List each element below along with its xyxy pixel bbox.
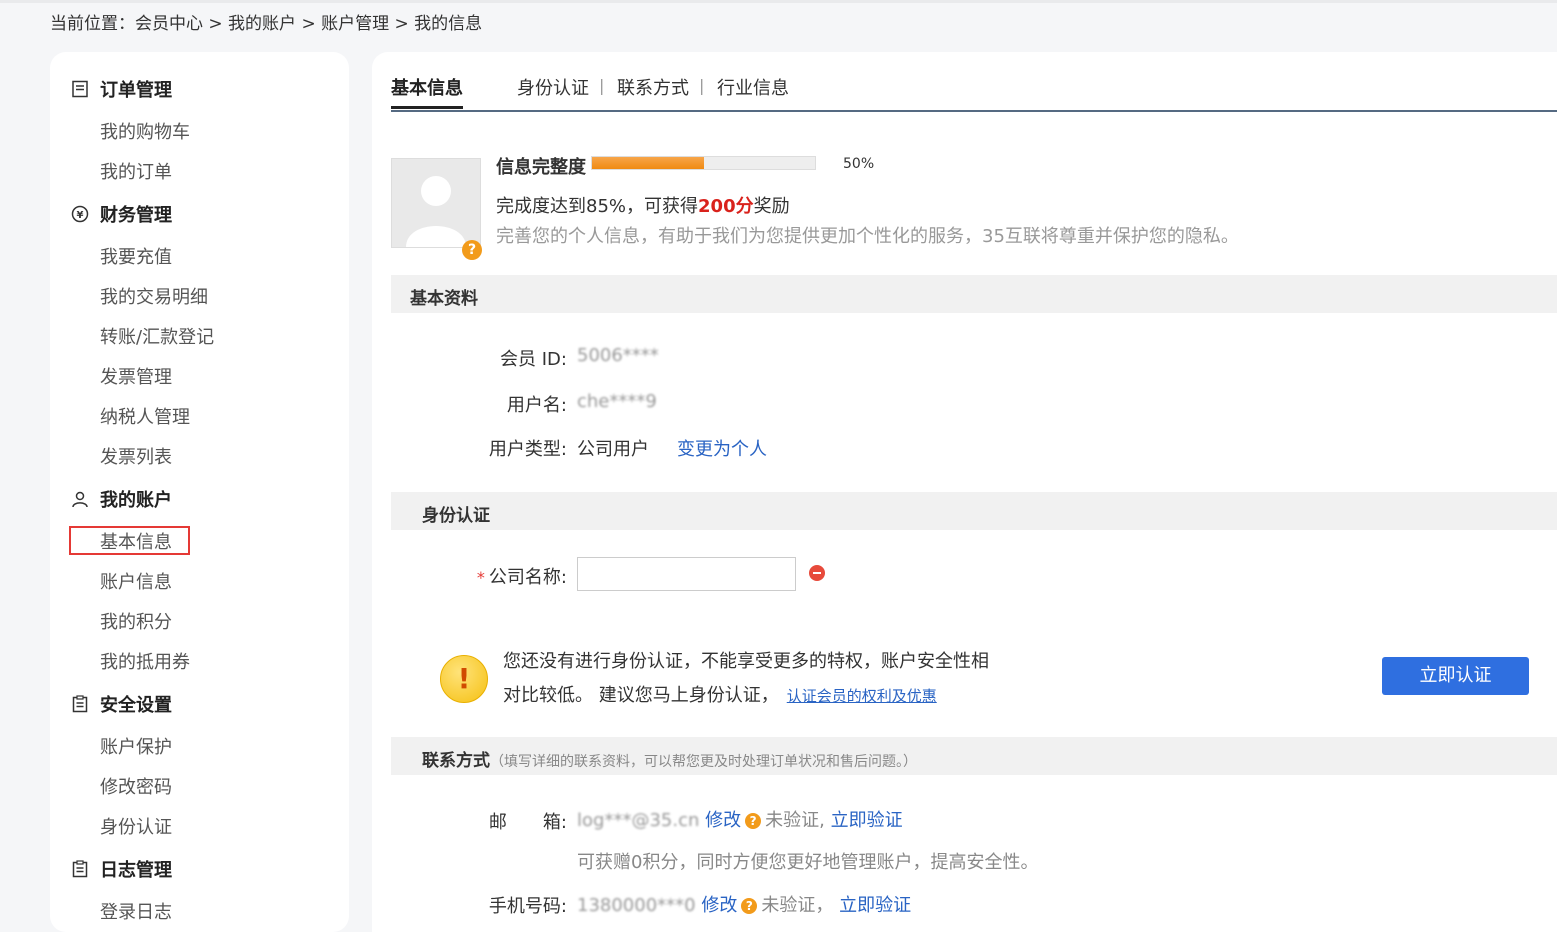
sidebar-group-finance[interactable]: ¥ 财务管理 (70, 201, 172, 227)
section-title: 基本资料 (410, 289, 478, 309)
clipboard-icon (70, 694, 90, 714)
email-label: 邮 箱: (488, 812, 567, 833)
tab-basic-info[interactable]: 基本信息 (391, 74, 463, 109)
sidebar-item-change-password[interactable]: 修改密码 (100, 773, 172, 799)
sidebar-group-account[interactable]: 我的账户 (70, 486, 172, 512)
error-icon (809, 565, 825, 581)
sidebar-item-cart[interactable]: 我的购物车 (100, 118, 190, 144)
top-divider (0, 0, 1557, 3)
section-basic-header: 基本资料 (391, 275, 1557, 313)
breadcrumb: 当前位置：会员中心 > 我的账户 > 账户管理 > 我的信息 (50, 9, 482, 34)
member-id-value: 5006**** (577, 345, 659, 366)
question-icon[interactable]: ? (741, 898, 758, 914)
sidebar-item-vouchers[interactable]: 我的抵用券 (100, 648, 190, 674)
phone-verify-link[interactable]: 立即验证 (839, 895, 911, 916)
email-tip: 可获赠0积分，同时方便您更好地管理账户，提高安全性。 (577, 852, 1039, 873)
group-title-label: 财务管理 (100, 205, 172, 226)
group-title-label: 我的账户 (100, 490, 172, 511)
completion-percent: 50% (843, 156, 875, 172)
user-type-value: 公司用户 (577, 439, 649, 460)
list-doc-icon (70, 79, 90, 99)
question-icon[interactable]: ? (745, 813, 762, 829)
sidebar-item-login-log[interactable]: 登录日志 (100, 898, 172, 924)
sidebar-item-invoice-list[interactable]: 发票列表 (100, 443, 172, 469)
group-title-label: 安全设置 (100, 695, 172, 716)
email-status: 未验证, (765, 810, 825, 831)
sidebar-item-basic-info[interactable]: 基本信息 (100, 528, 172, 554)
user-silhouette-icon (406, 176, 466, 247)
tab-bar: 基本信息 身份认证 | 联系方式 | 行业信息 (391, 74, 1557, 112)
completion-progress-bar (591, 156, 816, 170)
company-name-input[interactable] (577, 557, 796, 591)
required-star: * (476, 568, 485, 587)
change-to-personal-link[interactable]: 变更为个人 (677, 435, 767, 461)
sidebar-item-points[interactable]: 我的积分 (100, 608, 172, 634)
question-icon[interactable]: ? (462, 240, 482, 260)
phone-label: 手机号码: (488, 896, 567, 917)
user-icon (70, 489, 90, 509)
sidebar-item-transactions[interactable]: 我的交易明细 (100, 283, 208, 309)
username-label: 用户名: (506, 395, 567, 416)
sidebar-item-recharge[interactable]: 我要充值 (100, 243, 172, 269)
tab-industry[interactable]: 行业信息 (717, 74, 789, 100)
sidebar-item-orders[interactable]: 我的订单 (100, 158, 172, 184)
phone-status: 未验证， (761, 895, 834, 916)
email-edit-link[interactable]: 修改 (705, 810, 741, 831)
email-verify-link[interactable]: 立即验证 (831, 810, 903, 831)
main-panel: 基本信息 身份认证 | 联系方式 | 行业信息 ? 信息完整度 50% 完成度达… (372, 52, 1557, 932)
sidebar-item-account-info[interactable]: 账户信息 (100, 568, 172, 594)
section-title: 身份认证 (422, 506, 490, 526)
member-benefits-link[interactable]: 认证会员的权利及优惠 (787, 687, 937, 705)
member-id-label: 会员 ID: (500, 349, 567, 370)
email-row: log***@35.cn 修改? 未验证, 立即验证 (577, 806, 903, 832)
privacy-tip: 完善您的个人信息，有助于我们为您提供更加个性化的服务，35互联将尊重并保护您的隐… (496, 226, 1239, 247)
phone-value: 1380000***0 (577, 895, 696, 916)
tab-separator: | (699, 76, 705, 95)
tab-contact[interactable]: 联系方式 (617, 74, 689, 100)
group-title-label: 订单管理 (100, 80, 172, 101)
sidebar: 订单管理 我的购物车 我的订单 ¥ 财务管理 我要充值 我的交易明细 转账/汇款… (50, 52, 349, 932)
sidebar-item-taxpayer[interactable]: 纳税人管理 (100, 403, 190, 429)
section-title: 联系方式（填写详细的联系资料，可以帮您更及时处理订单状况和售后问题。） (422, 746, 917, 771)
verify-now-button[interactable]: 立即认证 (1382, 657, 1529, 695)
identity-warning-line1: 您还没有进行身份认证，不能享受更多的特权，账户安全性相 (503, 651, 989, 672)
phone-edit-link[interactable]: 修改 (701, 895, 737, 916)
warning-text: 对比较低。 建议您马上身份认证， (503, 685, 779, 706)
warning-icon: ! (440, 655, 488, 703)
breadcrumb-prefix: 当前位置： (50, 14, 135, 34)
company-name-label-text: 公司名称: (488, 567, 567, 588)
sidebar-item-identity[interactable]: 身份认证 (100, 813, 172, 839)
sidebar-item-invoice-manage[interactable]: 发票管理 (100, 363, 172, 389)
avatar[interactable] (391, 158, 481, 248)
section-contact-header: 联系方式（填写详细的联系资料，可以帮您更及时处理订单状况和售后问题。） (391, 737, 1557, 775)
user-type-label: 用户类型: (488, 439, 567, 460)
reward-points: 200分 (698, 196, 754, 217)
section-note: （填写详细的联系资料，可以帮您更及时处理订单状况和售后问题。） (490, 754, 917, 770)
completion-title: 信息完整度 (496, 157, 586, 178)
clipboard-icon (70, 859, 90, 879)
yen-circle-icon: ¥ (70, 204, 90, 224)
sidebar-item-account-protect[interactable]: 账户保护 (100, 733, 172, 759)
tab-identity[interactable]: 身份认证 (517, 74, 589, 100)
sidebar-group-security[interactable]: 安全设置 (70, 691, 172, 717)
sidebar-item-transfer[interactable]: 转账/汇款登记 (100, 323, 214, 349)
company-name-label: * 公司名称: (462, 563, 567, 589)
phone-row: 1380000***0 修改? 未验证， 立即验证 (577, 891, 911, 917)
identity-warning-line2: 对比较低。 建议您马上身份认证， 认证会员的权利及优惠 (503, 681, 937, 707)
group-title-label: 日志管理 (100, 860, 172, 881)
section-title-text: 联系方式 (422, 751, 490, 771)
username-value: che****9 (577, 391, 657, 412)
section-identity-header: 身份认证 (391, 492, 1557, 530)
reward-after: 奖励 (753, 196, 790, 217)
progress-fill (592, 157, 704, 169)
reward-text: 完成度达到85%，可获得200分奖励 (496, 192, 790, 218)
reward-before: 完成度达到85%，可获得 (496, 196, 699, 217)
breadcrumb-path: 会员中心 > 我的账户 > 账户管理 > 我的信息 (135, 14, 483, 34)
svg-text:¥: ¥ (77, 210, 84, 221)
sidebar-group-logs[interactable]: 日志管理 (70, 856, 172, 882)
sidebar-group-orders[interactable]: 订单管理 (70, 76, 172, 102)
tab-separator: | (599, 76, 605, 95)
email-value: log***@35.cn (577, 810, 700, 831)
